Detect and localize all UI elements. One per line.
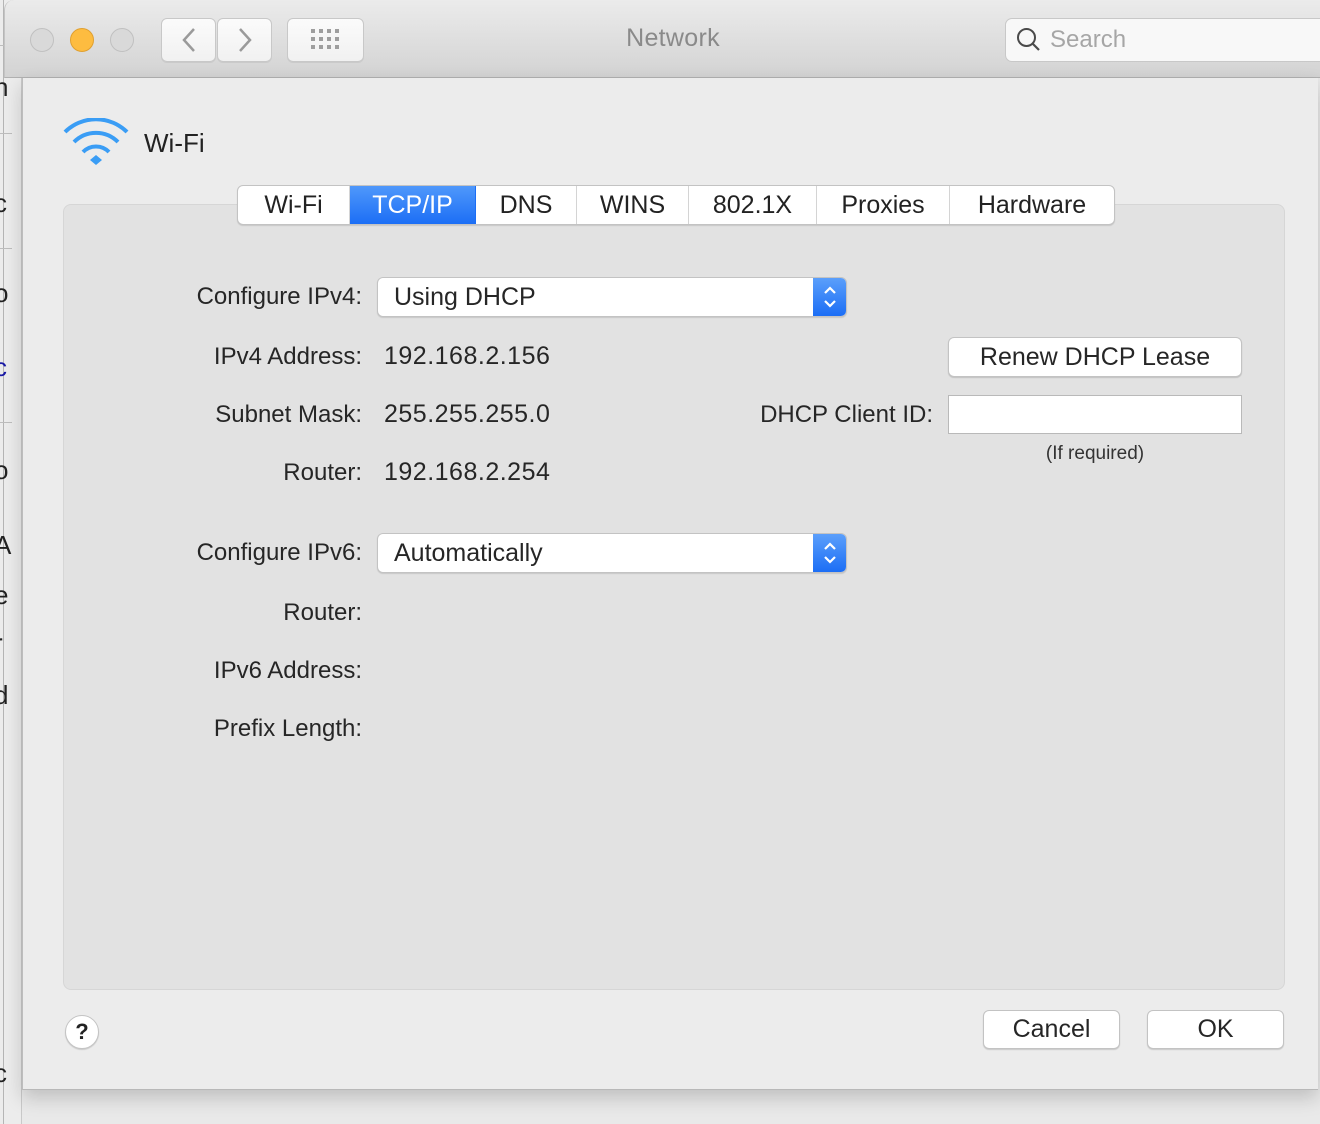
background-text-fragment: r: [0, 628, 3, 659]
ipv4-address-value: 192.168.2.156: [384, 342, 551, 370]
ipv4-router-label: Router:: [283, 459, 362, 486]
tab-wins[interactable]: WINS: [577, 186, 689, 224]
popup-arrows-icon: [813, 534, 846, 572]
tab-8021x[interactable]: 802.1X: [689, 186, 817, 224]
ipv6-router-label: Router:: [283, 599, 362, 626]
configure-ipv6-popup[interactable]: Automatically: [377, 533, 847, 573]
cancel-button[interactable]: Cancel: [983, 1010, 1120, 1049]
tab-hardware[interactable]: Hardware: [950, 186, 1114, 224]
search-input[interactable]: [1050, 26, 1310, 54]
tab-bar: Wi-Fi TCP/IP DNS WINS 802.1X Proxies Har…: [237, 185, 1115, 225]
question-mark-icon: ?: [75, 1019, 89, 1044]
ipv6-address-label: IPv6 Address:: [213, 657, 362, 684]
search-field[interactable]: [1005, 18, 1320, 62]
advanced-settings-sheet: Wi-Fi Wi-Fi TCP/IP DNS WINS 802.1X Proxi…: [22, 78, 1318, 1090]
ipv4-router-value: 192.168.2.254: [384, 458, 551, 486]
popup-arrows-icon: [813, 278, 846, 316]
help-button[interactable]: ?: [65, 1015, 99, 1049]
ok-button[interactable]: OK: [1147, 1010, 1284, 1049]
interface-name: Wi-Fi: [144, 128, 205, 158]
tab-wifi[interactable]: Wi-Fi: [238, 186, 350, 224]
prefix-length-label: Prefix Length:: [213, 715, 362, 742]
configure-ipv4-label: Configure IPv4:: [196, 283, 362, 310]
configure-ipv4-value: Using DHCP: [394, 282, 536, 311]
magnifier-icon: [1017, 28, 1040, 51]
tab-dns[interactable]: DNS: [476, 186, 577, 224]
tab-proxies[interactable]: Proxies: [817, 186, 950, 224]
subnet-mask-value: 255.255.255.0: [384, 400, 551, 428]
configure-ipv4-popup[interactable]: Using DHCP: [377, 277, 847, 317]
renew-dhcp-lease-button[interactable]: Renew DHCP Lease: [948, 337, 1242, 377]
dhcp-client-id-field[interactable]: [948, 395, 1242, 434]
ipv4-address-label: IPv4 Address:: [213, 343, 362, 370]
wifi-icon: [63, 118, 129, 165]
tab-panel: [63, 204, 1285, 990]
title-bar[interactable]: Network: [4, 0, 1320, 78]
dhcp-client-id-hint: (If required): [1045, 443, 1145, 464]
configure-ipv6-label: Configure IPv6:: [196, 539, 362, 566]
dhcp-client-id-input[interactable]: [949, 396, 1241, 433]
configure-ipv6-value: Automatically: [394, 538, 543, 567]
subnet-mask-label: Subnet Mask:: [215, 401, 362, 428]
network-preferences-window: Network Wi-Fi Wi-Fi TCP/IP DNS WINS 802: [4, 0, 1320, 1124]
dhcp-client-id-label: DHCP Client ID:: [760, 401, 933, 428]
tab-tcpip[interactable]: TCP/IP: [350, 186, 476, 224]
